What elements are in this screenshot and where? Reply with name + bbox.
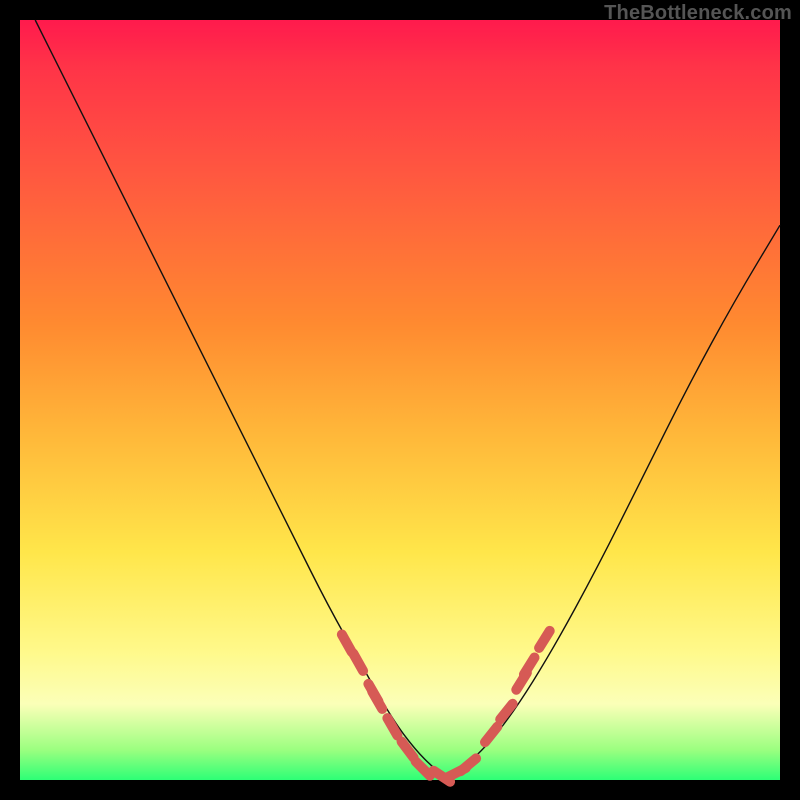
curve-marker bbox=[416, 762, 430, 776]
curve-marker bbox=[342, 635, 352, 652]
curve-left-branch bbox=[35, 20, 445, 776]
curve-marker bbox=[461, 758, 476, 771]
curve-marker bbox=[485, 727, 497, 743]
bottleneck-curve-svg bbox=[20, 20, 780, 780]
curve-marker bbox=[372, 692, 382, 709]
chart-frame: TheBottleneck.com bbox=[0, 0, 800, 800]
curve-right-branch bbox=[446, 225, 780, 776]
curve-marker bbox=[353, 654, 363, 671]
curve-marker bbox=[539, 631, 550, 648]
curve-markers bbox=[342, 631, 550, 782]
curve-marker bbox=[387, 718, 397, 735]
curve-marker bbox=[500, 704, 512, 720]
curve-marker bbox=[524, 658, 535, 675]
